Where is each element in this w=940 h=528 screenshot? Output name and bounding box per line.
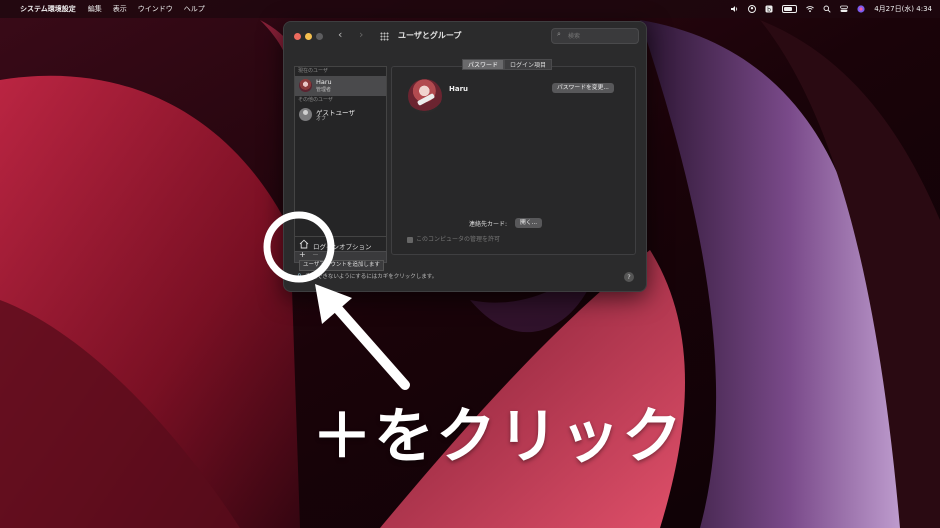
annotation-caption: ＋をクリック [312, 402, 684, 472]
tab-password[interactable]: パスワード [462, 59, 505, 70]
detail-tabs: パスワード ログイン項目 [462, 59, 553, 70]
highlight-circle [263, 211, 335, 283]
annotation-arrow-shaft [325, 295, 410, 390]
tab-login-items[interactable]: ログイン項目 [504, 59, 553, 70]
